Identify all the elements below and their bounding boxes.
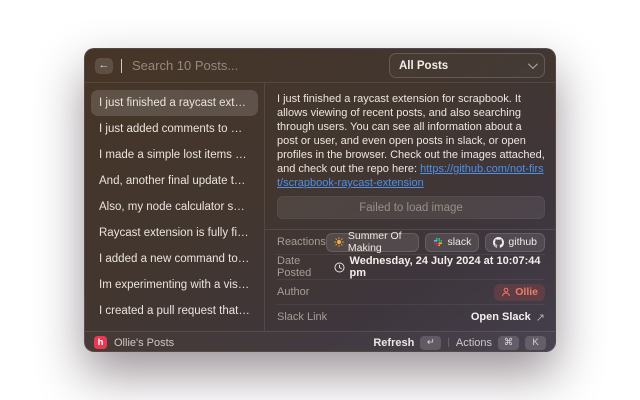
date-posted-value-wrap: Wednesday, 24 July 2024 at 10:07:44 pm (334, 255, 545, 279)
author-tag[interactable]: Ollie (494, 284, 545, 301)
slack-icon (433, 237, 443, 247)
reactions-label: Reactions (277, 236, 326, 248)
enter-key-badge: ↵ (420, 336, 441, 350)
text-cursor (121, 59, 122, 73)
image-placeholder-text: Failed to load image (359, 202, 463, 214)
image-placeholder: Failed to load image (277, 196, 545, 219)
reaction-tag-slack[interactable]: slack (425, 233, 479, 252)
external-link-arrow-icon: ↗ (536, 311, 545, 324)
author-row: Author Ollie (277, 280, 545, 305)
reaction-tags: Summer Of Making slack (326, 233, 545, 252)
filter-dropdown-label: All Posts (399, 60, 448, 72)
open-slack-text: Open Slack (471, 311, 531, 323)
person-icon (501, 287, 511, 297)
slack-link-row: Slack Link Open Slack ↗ (277, 305, 545, 329)
top-bar: ← All Posts (85, 49, 555, 83)
list-item[interactable]: Raycast extension is fully finished! I j… (91, 220, 258, 246)
main-area: I just finished a raycast extension for.… (85, 83, 555, 331)
github-icon (493, 237, 504, 248)
open-slack-link[interactable]: Open Slack ↗ (471, 311, 545, 324)
author-name: Ollie (515, 286, 538, 298)
reaction-label: Summer Of Making (348, 230, 412, 254)
back-button[interactable]: ← (95, 58, 113, 74)
list-item[interactable]: I created a pull request that upgrade... (91, 298, 258, 324)
cmd-key-badge: ⌘ (498, 336, 519, 350)
reaction-tag-summer-of-making[interactable]: Summer Of Making (326, 233, 420, 252)
filter-dropdown[interactable]: All Posts (389, 53, 545, 78)
date-posted-row: Date Posted Wednesday, 24 July 2024 at 1… (277, 255, 545, 280)
slack-link-label: Slack Link (277, 311, 327, 323)
footer-app-name: Ollie's Posts (114, 337, 174, 349)
author-label: Author (277, 286, 309, 298)
list-item[interactable]: Also, my node calculator supports a... (91, 194, 258, 220)
chevron-down-icon (528, 59, 538, 69)
date-posted-value: Wednesday, 24 July 2024 at 10:07:44 pm (350, 255, 545, 279)
list-item[interactable]: I just added comments to my lost ite... (91, 116, 258, 142)
hackclub-app-icon: h (94, 336, 107, 349)
sun-icon (334, 237, 344, 247)
list-item[interactable]: Im experimenting with a visual calcul... (91, 272, 258, 298)
footer-actions: Refresh ↵ | Actions ⌘ K (373, 336, 546, 350)
list-item[interactable]: I just finished a raycast extension for.… (91, 90, 258, 116)
date-posted-label: Date Posted (277, 255, 334, 279)
search-input[interactable] (130, 57, 381, 74)
actions-button[interactable]: Actions (456, 337, 492, 349)
list-item[interactable]: I made a simple lost items managem... (91, 142, 258, 168)
clock-icon (334, 262, 345, 273)
footer-divider: | (447, 337, 450, 348)
post-body: I just finished a raycast extension for … (277, 92, 545, 190)
reactions-row: Reactions (277, 230, 545, 255)
list-item[interactable]: And, another final update to the exte... (91, 168, 258, 194)
footer-bar: h Ollie's Posts Refresh ↵ | Actions ⌘ K (85, 331, 555, 352)
k-key-badge: K (525, 336, 546, 350)
refresh-button[interactable]: Refresh (373, 337, 414, 349)
back-arrow-icon: ← (99, 60, 110, 71)
metadata-section: Reactions (277, 230, 545, 329)
reaction-label: github (508, 236, 537, 248)
list-item[interactable]: I added a new command to @Dhyan... (91, 246, 258, 272)
post-list: I just finished a raycast extension for.… (85, 83, 265, 331)
detail-pane: I just finished a raycast extension for … (265, 83, 555, 331)
raycast-window: ← All Posts I just finished a raycast ex… (84, 48, 556, 352)
reaction-tag-github[interactable]: github (485, 233, 545, 252)
reaction-label: slack (447, 236, 471, 248)
